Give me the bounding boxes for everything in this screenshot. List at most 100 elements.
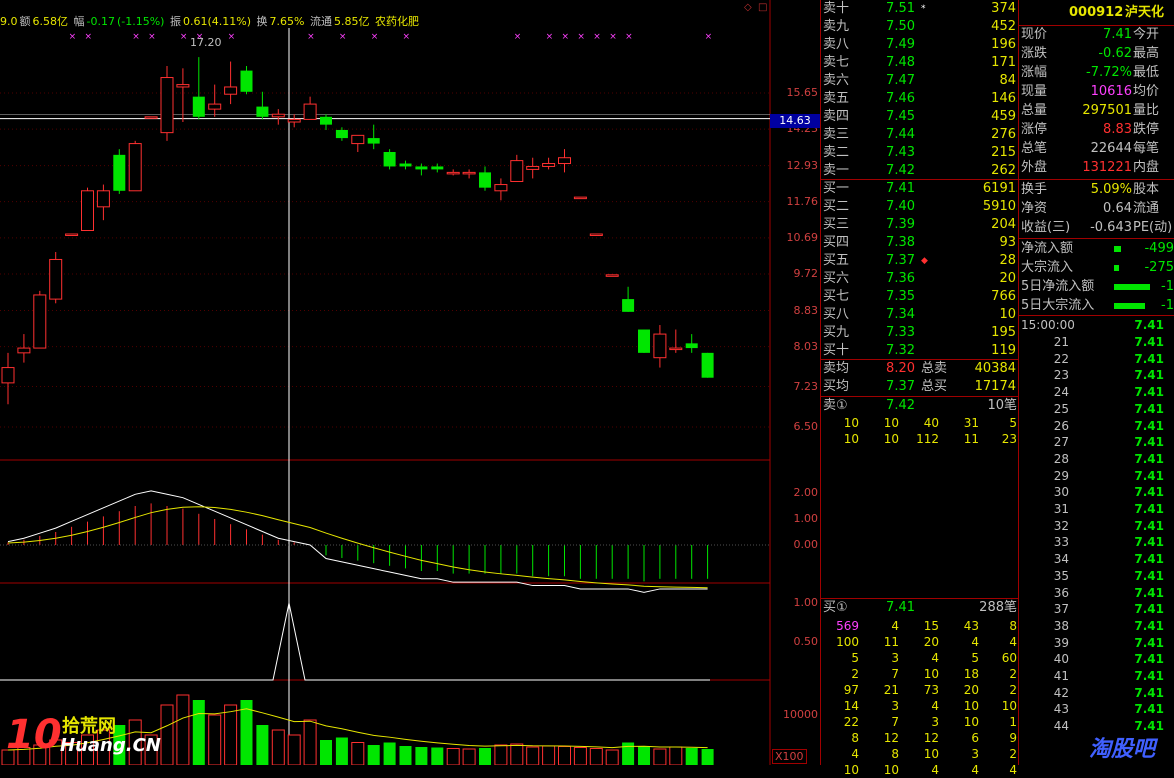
- quote-row-b-2: 收益(三) -0.643 PE(动): [1019, 219, 1174, 237]
- ask-row-7[interactable]: 卖三 7.44 276: [821, 126, 1019, 144]
- candle-43[interactable]: [685, 334, 698, 353]
- ask1-queue-label: 卖①: [823, 398, 848, 413]
- candle-0[interactable]: [1, 352, 15, 405]
- candle-7[interactable]: [113, 149, 126, 194]
- volume-bar-36: [573, 747, 587, 765]
- ask-label: 卖十: [823, 1, 850, 16]
- bid1-queue-cell: 3: [891, 651, 899, 665]
- bid-price: 7.40: [886, 199, 915, 214]
- candle-27[interactable]: [431, 163, 444, 173]
- bid-volume: 20: [999, 271, 1016, 286]
- ask-row-5[interactable]: 卖五 7.46 146: [821, 90, 1019, 108]
- stock-header[interactable]: 000912 泸天化: [1019, 4, 1174, 22]
- candle-21[interactable]: [335, 127, 348, 141]
- bid-label: 买十: [823, 343, 850, 358]
- ask-volume: 262: [991, 163, 1016, 178]
- chart-svg[interactable]: × × × × × × × × × × × × × × × × × × ×: [0, 0, 820, 765]
- ask-row-1[interactable]: 卖九 7.50 452: [821, 18, 1019, 36]
- bid-row-0[interactable]: 买一 7.41 6191: [821, 180, 1019, 198]
- ask1-queue-cell: 40: [923, 416, 939, 430]
- bid1-queue-cell: 10: [843, 763, 859, 777]
- candle-26[interactable]: [415, 163, 428, 176]
- ob-divider-4: [821, 598, 1019, 599]
- candle-15[interactable]: [240, 66, 253, 95]
- candle-14[interactable]: [224, 61, 238, 105]
- bid1-queue-cell: 4: [1009, 635, 1017, 649]
- watermark-site: Huang.CN: [60, 735, 161, 756]
- bid-row-4[interactable]: 买五 7.37 ◆ 28: [821, 252, 1019, 270]
- ask-row-6[interactable]: 卖四 7.45 459: [821, 108, 1019, 126]
- candle-40[interactable]: [638, 329, 650, 353]
- ask-row-8[interactable]: 卖二 7.43 215: [821, 144, 1019, 162]
- bid-row-7[interactable]: 买八 7.34 10: [821, 306, 1019, 324]
- candle-31[interactable]: [494, 178, 508, 201]
- chart-area[interactable]: 9.0 额 6.58亿 幅 -0.17 (-1.15%) 振 0.61(4.11%) 换7…: [0, 0, 820, 765]
- candle-17[interactable]: [271, 109, 285, 125]
- candle-38[interactable]: [605, 274, 619, 277]
- bid-row-9[interactable]: 买十 7.32 119: [821, 342, 1019, 360]
- bid-row-8[interactable]: 买九 7.33 195: [821, 324, 1019, 342]
- candle-11[interactable]: [176, 68, 190, 123]
- candle-body-42: [669, 347, 683, 351]
- candle-41[interactable]: [653, 325, 667, 368]
- ask-label: 卖六: [823, 73, 850, 88]
- candle-13[interactable]: [208, 84, 222, 117]
- candle-37[interactable]: [589, 233, 603, 236]
- ask-row-0[interactable]: 卖十 7.51 * 374: [821, 0, 1019, 18]
- quote-row-b-value: -0.643: [1090, 220, 1132, 235]
- candle-body-23: [367, 138, 380, 144]
- ask-row-2[interactable]: 卖八 7.49 196: [821, 36, 1019, 54]
- ask-row-9[interactable]: 卖一 7.42 262: [821, 162, 1019, 180]
- bid-row-6[interactable]: 买七 7.35 766: [821, 288, 1019, 306]
- ask-price: 7.50: [886, 19, 915, 34]
- candle-8[interactable]: [128, 140, 142, 192]
- candle-28[interactable]: [446, 169, 460, 176]
- candle-5[interactable]: [81, 187, 94, 231]
- candle-35[interactable]: [558, 149, 571, 173]
- ask-volume: 459: [991, 109, 1016, 124]
- candle-33[interactable]: [526, 157, 540, 179]
- candle-20[interactable]: [320, 114, 332, 130]
- candle-42[interactable]: [669, 329, 683, 353]
- candle-3[interactable]: [49, 252, 63, 304]
- candle-39[interactable]: [622, 286, 635, 312]
- candle-25[interactable]: [399, 160, 412, 170]
- candle-30[interactable]: [479, 166, 491, 191]
- bid1-queue-cell: 10: [963, 715, 979, 729]
- candle-18[interactable]: [287, 114, 301, 128]
- candle-19[interactable]: [303, 96, 317, 120]
- ask-row-3[interactable]: 卖七 7.48 171: [821, 54, 1019, 72]
- bid-row-5[interactable]: 买六 7.36 20: [821, 270, 1019, 288]
- candle-4[interactable]: [65, 233, 79, 236]
- candle-body-29: [462, 171, 476, 175]
- candle-body-22: [351, 134, 365, 145]
- candle-1[interactable]: [17, 334, 31, 363]
- candle-32[interactable]: [510, 154, 524, 182]
- candle-24[interactable]: [383, 149, 396, 170]
- candle-2[interactable]: [33, 290, 47, 349]
- bid1-queue-cell: 3: [931, 715, 939, 729]
- bid-row-3[interactable]: 买四 7.38 93: [821, 234, 1019, 252]
- volume-bar-16: [256, 725, 269, 765]
- ask-row-4[interactable]: 卖六 7.47 84: [821, 72, 1019, 90]
- candle-36[interactable]: [573, 196, 587, 200]
- ask-price: 7.48: [886, 55, 915, 70]
- candle-9[interactable]: [144, 116, 158, 119]
- volume-bar-41: [653, 748, 667, 765]
- candle-6[interactable]: [96, 184, 110, 221]
- quote-row-7: 外盘 131221 内盘: [1019, 159, 1174, 177]
- candle-29[interactable]: [462, 169, 476, 179]
- quote-row-label: 涨幅: [1021, 65, 1048, 80]
- candle-23[interactable]: [367, 124, 380, 150]
- candle-16[interactable]: [256, 91, 269, 120]
- quote-row-b-0: 换手 5.09% 股本: [1019, 181, 1174, 199]
- candle-34[interactable]: [542, 157, 556, 170]
- candle-10[interactable]: [160, 66, 174, 141]
- bid-row-1[interactable]: 买二 7.40 5910: [821, 198, 1019, 216]
- candle-44[interactable]: [701, 352, 714, 378]
- bid-row-2[interactable]: 买三 7.39 204: [821, 216, 1019, 234]
- bid-label: 买五: [823, 253, 850, 268]
- bid1-queue-row-6: 22 7 3 10 1: [821, 714, 1019, 730]
- candle-12[interactable]: [192, 57, 205, 120]
- candle-22[interactable]: [351, 134, 365, 153]
